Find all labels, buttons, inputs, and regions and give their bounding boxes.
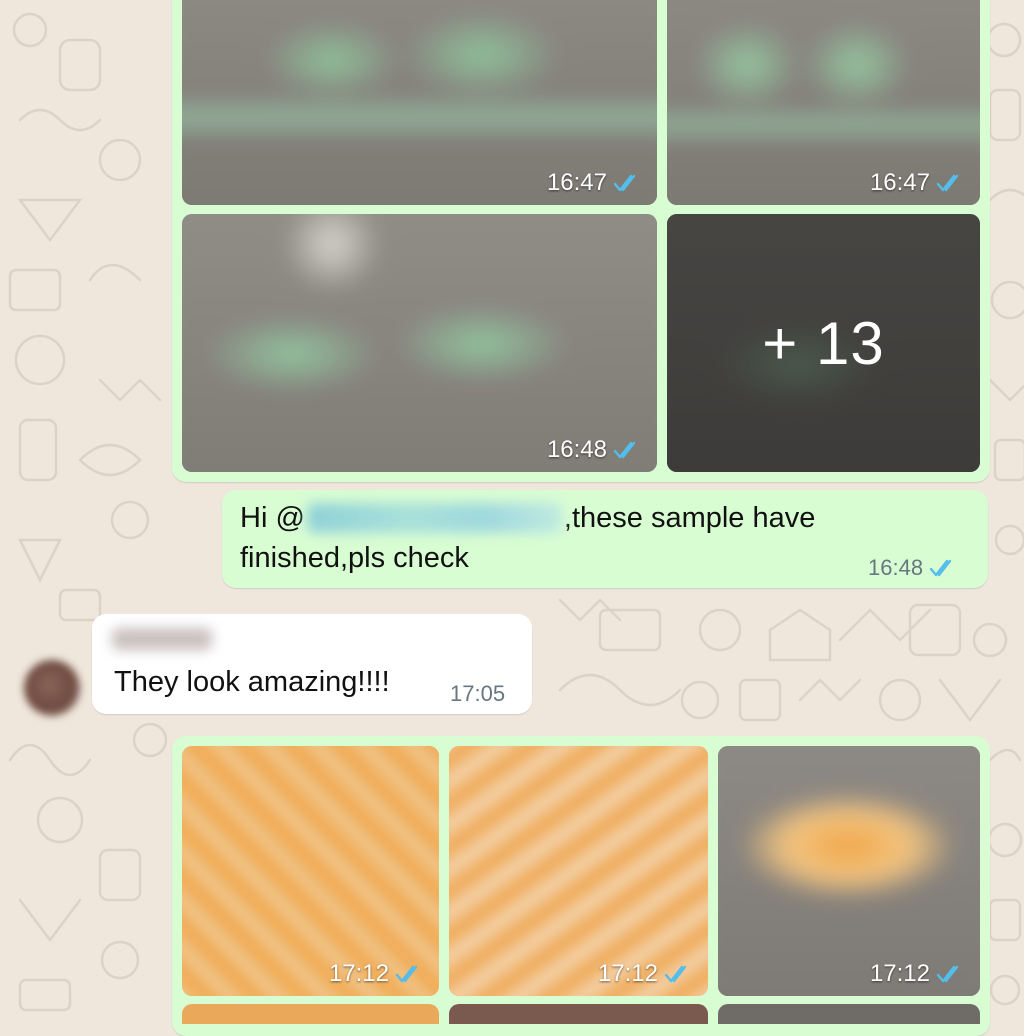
double-check-icon [929, 559, 952, 577]
outgoing-message-text: ,these sample have [563, 502, 816, 534]
gallery-image-3[interactable]: 16:48 [182, 214, 657, 472]
gallery-image-7[interactable] [182, 1004, 439, 1024]
gallery-image-9[interactable] [718, 1004, 980, 1024]
double-check-icon [664, 965, 687, 983]
mention-redacted [306, 503, 562, 533]
double-check-icon [936, 174, 959, 192]
gallery-image-2[interactable]: 16:47 [667, 0, 980, 205]
outgoing-message-greeting: Hi @ [240, 502, 305, 534]
gallery-image-6[interactable]: 17:12 [718, 746, 980, 996]
image-timestamp: 17:12 [870, 960, 966, 988]
gallery-image-8[interactable] [449, 1004, 708, 1024]
double-check-icon [613, 174, 636, 192]
more-images-count: + 13 [667, 214, 980, 472]
gallery-image-5[interactable]: 17:12 [449, 746, 708, 996]
double-check-icon [936, 965, 959, 983]
gallery-image-4[interactable]: 17:12 [182, 746, 439, 996]
outgoing-message-timestamp: 16:48 [868, 555, 959, 581]
image-timestamp: 16:47 [547, 169, 643, 197]
outgoing-message-line2: finished,pls check [240, 542, 469, 574]
incoming-message-timestamp: 17:05 [450, 681, 506, 706]
sender-name-redacted [112, 628, 212, 650]
gallery-image-1[interactable]: 16:47 [182, 0, 657, 205]
image-timestamp: 17:12 [598, 960, 694, 988]
double-check-icon [613, 441, 636, 459]
outgoing-message-line1: Hi @ ,these sample have [240, 498, 815, 538]
incoming-message-text: They look amazing!!!! [114, 666, 390, 698]
image-timestamp: 16:48 [547, 436, 643, 464]
image-timestamp: 17:12 [329, 960, 425, 988]
double-check-icon [395, 965, 418, 983]
gallery-more-images[interactable]: + 13 [667, 214, 980, 472]
image-timestamp: 16:47 [870, 169, 966, 197]
sender-avatar[interactable] [24, 660, 80, 716]
